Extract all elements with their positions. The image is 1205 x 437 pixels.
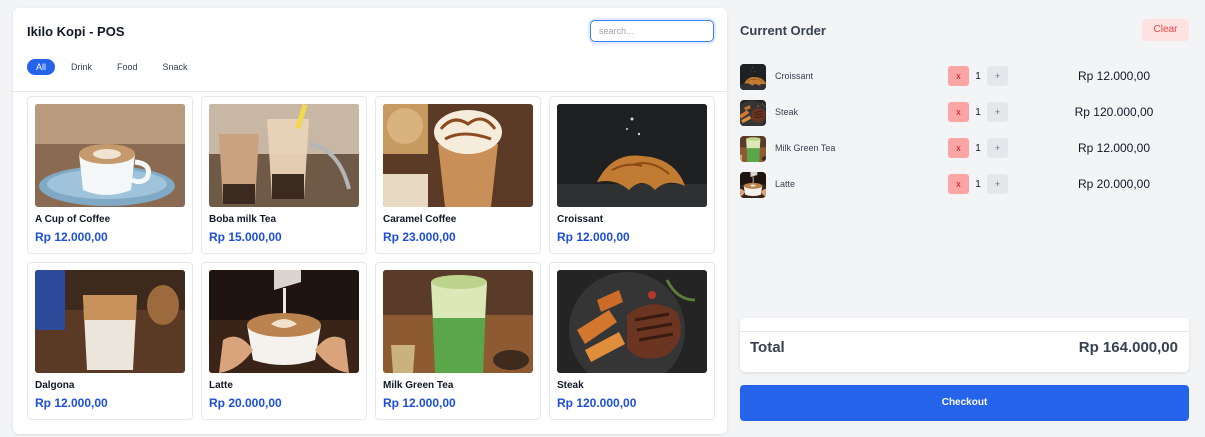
clear-order-button[interactable]: Clear — [1142, 19, 1189, 41]
product-card-coffee[interactable]: A Cup of Coffee Rp 12.000,00 — [27, 96, 193, 254]
item-quantity: 1 — [975, 70, 981, 82]
product-grid: A Cup of Coffee Rp 12.000,00 Boba milk T… — [27, 96, 715, 420]
product-name: Caramel Coffee — [383, 214, 457, 225]
product-price: Rp 23.000,00 — [383, 230, 456, 244]
green-tea-image — [383, 270, 533, 373]
order-item-green-tea: Milk Green Tea x 1 + Rp 12.000,00 — [738, 132, 1193, 168]
quantity-stepper: x 1 + — [948, 138, 1008, 158]
product-card-boba[interactable]: Boba milk Tea Rp 15.000,00 — [201, 96, 367, 254]
product-card-dalgona[interactable]: Dalgona Rp 12.000,00 — [27, 262, 193, 420]
category-filters: All Drink Food Snack — [27, 59, 197, 75]
total-label: Total — [750, 339, 785, 356]
boba-tea-image — [209, 104, 359, 207]
product-name: Latte — [209, 380, 233, 391]
remove-item-button[interactable]: x — [948, 66, 969, 86]
order-item-latte: Latte x 1 + Rp 20.000,00 — [738, 168, 1193, 204]
filter-drink[interactable]: Drink — [62, 59, 101, 75]
increase-quantity-button[interactable]: + — [987, 174, 1008, 194]
order-item-name: Milk Green Tea — [775, 143, 836, 153]
order-item-steak: Steak x 1 + Rp 120.000,00 — [738, 96, 1193, 132]
product-card-croissant[interactable]: Croissant Rp 12.000,00 — [549, 96, 715, 254]
order-item-name: Croissant — [775, 71, 814, 81]
latte-image — [209, 270, 359, 373]
order-item-croissant: Croissant x 1 + Rp 12.000,00 — [738, 60, 1193, 96]
product-card-latte[interactable]: Latte Rp 20.000,00 — [201, 262, 367, 420]
app-title: Ikilo Kopi - POS — [27, 24, 125, 39]
catalog-header: Ikilo Kopi - POS All Drink Food Snack — [13, 8, 727, 92]
order-list: Croissant x 1 + Rp 12.000,00 Steak x 1 +… — [738, 60, 1193, 204]
product-name: Croissant — [557, 214, 604, 225]
increase-quantity-button[interactable]: + — [987, 102, 1008, 122]
green-tea-thumbnail — [740, 136, 766, 162]
quantity-stepper: x 1 + — [948, 174, 1008, 194]
caramel-coffee-image — [383, 104, 533, 207]
order-item-price: Rp 120.000,00 — [1074, 105, 1154, 119]
steak-thumbnail — [740, 100, 766, 126]
remove-item-button[interactable]: x — [948, 174, 969, 194]
quantity-stepper: x 1 + — [948, 66, 1008, 86]
order-item-price: Rp 12.000,00 — [1077, 141, 1151, 155]
filter-food[interactable]: Food — [108, 59, 147, 75]
order-item-price: Rp 12.000,00 — [1077, 69, 1151, 83]
product-name: Milk Green Tea — [383, 380, 454, 391]
product-catalog-panel: Ikilo Kopi - POS All Drink Food Snack A … — [13, 8, 727, 434]
filter-snack[interactable]: Snack — [154, 59, 197, 75]
item-quantity: 1 — [975, 142, 981, 154]
filter-all[interactable]: All — [27, 59, 56, 75]
increase-quantity-button[interactable]: + — [987, 66, 1008, 86]
remove-item-button[interactable]: x — [948, 102, 969, 122]
order-item-name: Latte — [775, 179, 796, 189]
product-card-steak[interactable]: Steak Rp 120.000,00 — [549, 262, 715, 420]
total-value: Rp 164.000,00 — [1078, 339, 1178, 356]
product-name: A Cup of Coffee — [35, 214, 111, 225]
product-card-caramel[interactable]: Caramel Coffee Rp 23.000,00 — [375, 96, 541, 254]
dalgona-image — [35, 270, 185, 373]
product-price: Rp 12.000,00 — [35, 396, 108, 410]
increase-quantity-button[interactable]: + — [987, 138, 1008, 158]
croissant-thumbnail — [740, 64, 766, 90]
divider — [740, 331, 1189, 332]
coffee-cup-image — [35, 104, 185, 207]
order-item-price: Rp 20.000,00 — [1077, 177, 1151, 191]
item-quantity: 1 — [975, 106, 981, 118]
product-price: Rp 12.000,00 — [383, 396, 456, 410]
search-input[interactable] — [590, 20, 714, 42]
product-price: Rp 120.000,00 — [557, 396, 637, 410]
steak-image — [557, 270, 707, 373]
latte-thumbnail — [740, 172, 766, 198]
product-price: Rp 12.000,00 — [557, 230, 630, 244]
order-title: Current Order — [740, 23, 826, 38]
pos-app: Ikilo Kopi - POS All Drink Food Snack A … — [0, 0, 1205, 437]
product-name: Boba milk Tea — [209, 214, 277, 225]
quantity-stepper: x 1 + — [948, 102, 1008, 122]
remove-item-button[interactable]: x — [948, 138, 969, 158]
product-price: Rp 20.000,00 — [209, 396, 282, 410]
checkout-button[interactable]: Checkout — [740, 385, 1189, 421]
product-card-green-tea[interactable]: Milk Green Tea Rp 12.000,00 — [375, 262, 541, 420]
product-name: Dalgona — [35, 380, 75, 391]
product-price: Rp 12.000,00 — [35, 230, 108, 244]
current-order-panel: Current Order Clear Croissant x 1 + Rp 1… — [738, 8, 1193, 434]
product-price: Rp 15.000,00 — [209, 230, 282, 244]
order-total-box: Total Rp 164.000,00 — [740, 318, 1189, 372]
product-name: Steak — [557, 380, 584, 391]
order-item-name: Steak — [775, 107, 799, 117]
item-quantity: 1 — [975, 178, 981, 190]
croissant-image — [557, 104, 707, 207]
